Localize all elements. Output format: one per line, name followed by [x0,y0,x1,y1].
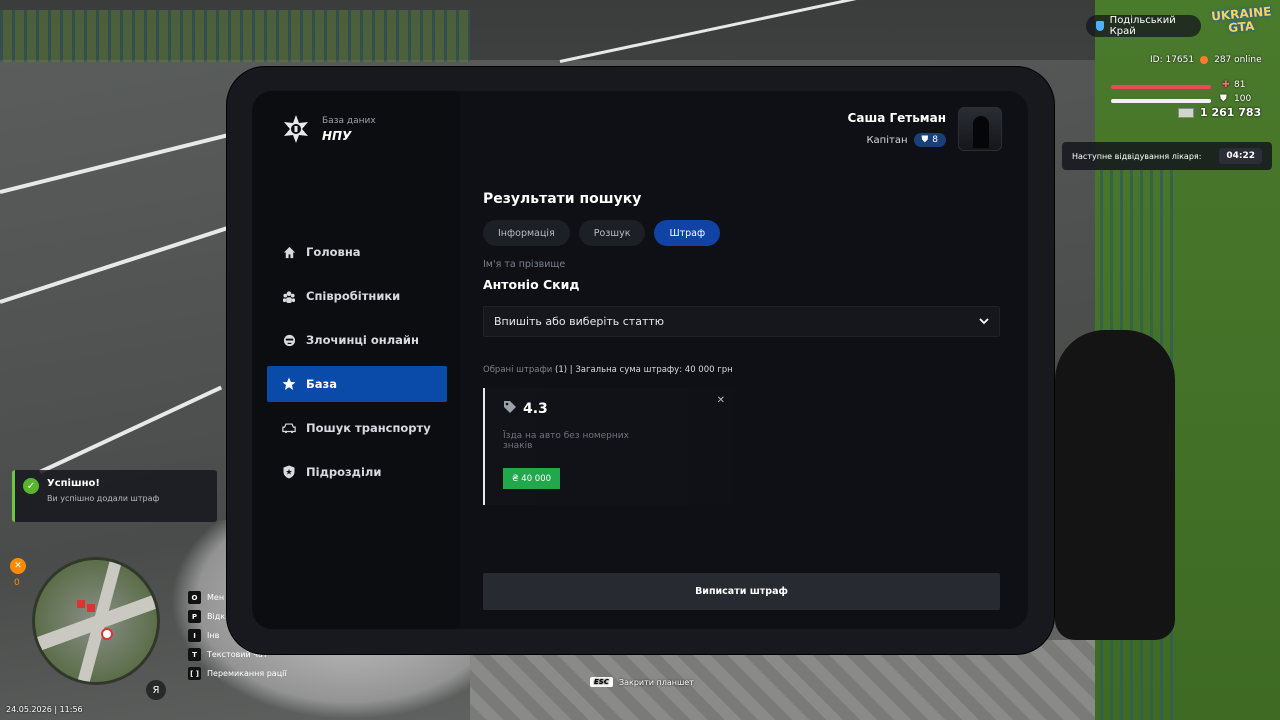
brand-name: НПУ [322,128,352,143]
mic-icon: Я [146,680,166,700]
result-tabs: Інформація Розшук Штраф [483,220,721,246]
people-icon [282,289,296,303]
tag-icon [503,400,517,418]
officer-character [1055,330,1175,640]
keybind-label: Перемикання рації [207,669,287,678]
background-fence [0,10,470,62]
police-emblem-icon [280,113,312,145]
sidebar-nav: Головна Співробітники Злочинці онлайн Ба… [267,234,447,498]
keybind-label: Інв [207,631,220,640]
close-tablet-label: Закрити планшет [618,677,694,687]
sidebar-item-label: Головна [306,245,361,259]
tab-wanted[interactable]: Розшук [578,220,646,246]
cash-icon [1178,107,1194,118]
sidebar-item-units[interactable]: Підрозділи [267,454,447,490]
sidebar-item-criminals[interactable]: Злочинці онлайн [267,322,447,358]
keybind-label: Мен [207,593,225,602]
server-shield-icon [1096,21,1104,31]
fine-code-row: 4.3 [503,400,548,418]
online-count: 287 online [1214,55,1262,65]
player-id: ID: 17651 [1150,55,1195,65]
fines-summary: Обрані штрафи (1) | Загальна сума штрафу… [483,365,733,375]
minimap-count: 0 [14,578,20,588]
car-icon [282,421,296,435]
name-label: Ім'я та прізвище [483,259,566,270]
notification-title: Успішно! [47,478,100,489]
armor-icon: ⛊ [1220,94,1227,104]
summary-label: Обрані штрафи [483,365,553,375]
sidebar-item-employees[interactable]: Співробітники [267,278,447,314]
key-cap: O [188,591,201,604]
online-icon [1200,56,1209,64]
tablet-screen: База даних НПУ Головна Співробітники Зло… [252,91,1028,629]
player-id-row: ID: 17651 287 online [1150,55,1262,65]
player-position-icon [101,628,113,640]
brand-subtitle: База даних [322,115,376,126]
doctor-timer: Наступне відвідування лікаря: 04:22 [1062,142,1272,170]
health-value: 81 [1234,80,1246,90]
close-icon[interactable]: ✕ [717,395,725,406]
summary-count: (1) [555,365,568,375]
game-logo: UKRAINE GTA [1210,4,1272,36]
tab-info[interactable]: Інформація [483,220,570,246]
doctor-time: 04:22 [1219,148,1262,164]
sidebar-item-label: Співробітники [306,289,401,303]
home-icon [282,245,296,259]
minimap-marker-icon [87,604,95,612]
page-title: Результати пошуку [483,191,642,207]
sidebar-item-home[interactable]: Головна [267,234,447,270]
money-value: 1 261 783 [1200,106,1262,119]
wrench-icon: ✕ [10,558,26,574]
sidebar-item-label: Пошук транспорту [306,421,431,435]
keybind-row: [ ] Перемикання рації [188,664,287,683]
minimap [32,557,160,685]
minimap-marker-icon [77,600,85,608]
fine-amount: ₴ 40 000 [503,468,561,489]
fine-code: 4.3 [523,401,548,417]
armor-bar [1111,99,1211,103]
money-display: 1 261 783 [1178,106,1261,119]
health-bar [1111,85,1211,89]
summary-total: | Загальна сума штрафу: 40 000 грн [569,365,733,375]
key-cap: T [188,648,201,661]
main-content: Результати пошуку Інформація Розшук Штра… [460,91,1028,629]
notification-message: Ви успішно додали штраф [47,494,160,503]
server-badge: Подільський Край [1086,15,1201,37]
article-select-placeholder: Впишіть або виберіть статтю [494,315,665,328]
article-select[interactable]: Впишіть або виберіть статтю [483,306,1000,337]
sidebar-item-label: Злочинці онлайн [306,333,419,347]
esc-key: ESC [590,677,613,687]
criminal-icon [282,333,296,347]
shield-icon [282,465,296,479]
key-cap: [ ] [188,667,201,680]
fine-description: Їзда на авто без номерних знаків [503,431,629,451]
person-name: Антоніо Скид [483,277,580,292]
brand: База даних НПУ [280,113,376,145]
sidebar-item-label: База [306,377,337,391]
tab-fine[interactable]: Штраф [654,220,721,246]
server-name: Подільський Край [1109,15,1176,37]
close-tablet-hint[interactable]: ESC Закрити планшет [590,677,694,687]
armor-value: 100 [1234,94,1252,104]
success-notification: ✓ Успішно! Ви успішно додали штраф [12,470,217,522]
star-icon [282,377,296,391]
key-cap: P [188,610,201,623]
sidebar: База даних НПУ Головна Співробітники Зло… [252,91,460,629]
key-cap: I [188,629,201,642]
check-icon: ✓ [23,478,39,494]
keybind-label: Відк [207,612,226,621]
doctor-label: Наступне відвідування лікаря: [1072,151,1202,161]
road-marking [559,0,1030,63]
chevron-down-icon [979,315,989,328]
sidebar-item-database[interactable]: База [267,366,447,402]
sidebar-item-label: Підрозділи [306,465,382,479]
health-icon: ✚ [1222,80,1230,90]
issue-fine-button[interactable]: Виписати штраф [483,573,1000,610]
sidebar-item-vehicle-search[interactable]: Пошук транспорту [267,410,447,446]
fine-card: 4.3 ✕ Їзда на авто без номерних знаків ₴… [483,388,735,505]
date-time: 24.05.2026 | 11:56 [6,705,83,714]
